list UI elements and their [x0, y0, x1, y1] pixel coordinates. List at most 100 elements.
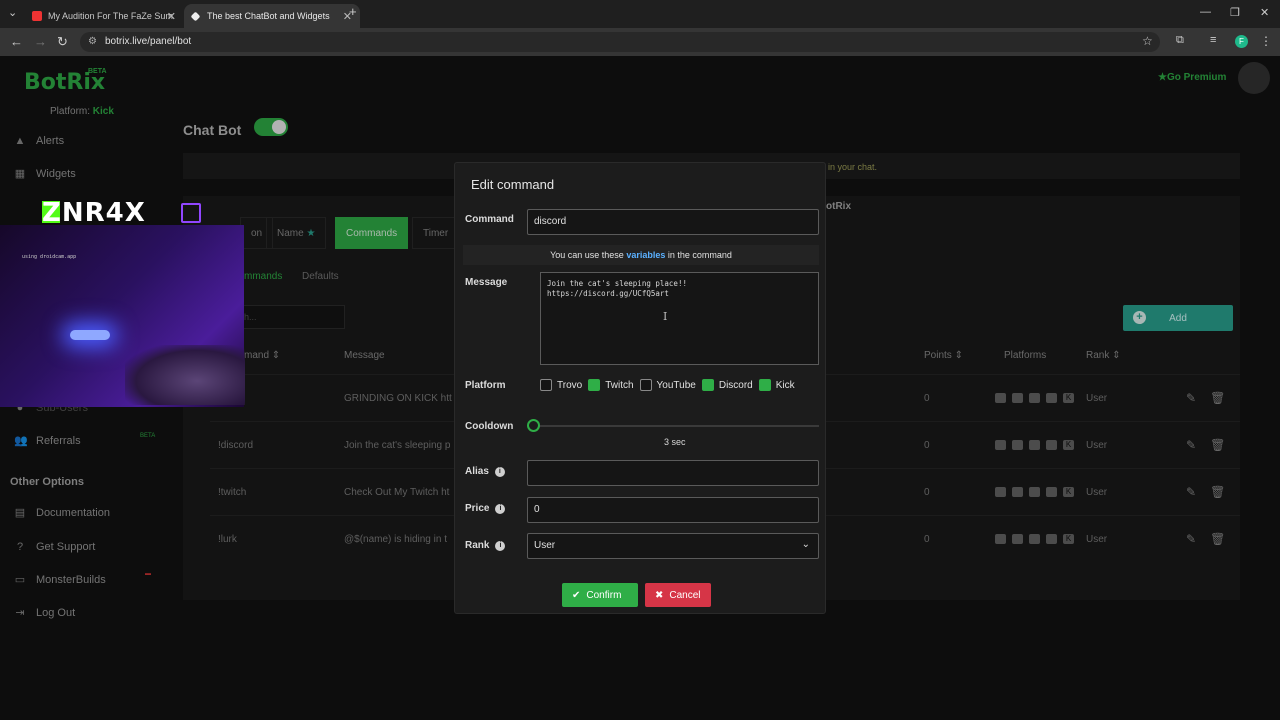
window-close-icon[interactable]: ✕	[1260, 6, 1269, 19]
rank-label: Rank i	[465, 540, 506, 551]
variables-hint-suffix: in the command	[667, 250, 732, 260]
sidebar-item-referrals[interactable]: 👥 Referrals	[14, 435, 81, 447]
row-points: 0	[924, 393, 930, 404]
row-message: Check Out My Twitch ht	[344, 487, 450, 498]
cooldown-slider-thumb[interactable]	[527, 419, 540, 432]
platform-discord-checkbox[interactable]: Discord	[701, 379, 753, 391]
sidebar-item-label: Alerts	[36, 135, 65, 147]
trash-icon[interactable]: 🗑	[1210, 485, 1225, 499]
tab-commands[interactable]: Commands	[335, 217, 409, 249]
twitch-icon	[1012, 487, 1023, 497]
browser-tab-1[interactable]: My Audition For The FaZe Sum ✕	[24, 4, 184, 28]
platform-label: Platform	[465, 380, 506, 391]
sidebar-item-monsterbuilds[interactable]: ▭ MonsterBuilds	[14, 574, 106, 586]
botrix-favicon-icon	[190, 11, 201, 21]
info-icon[interactable]: i	[495, 504, 506, 514]
edit-pencil-icon[interactable]: ✎	[1186, 485, 1196, 499]
sidebar-item-get-support[interactable]: ? Get Support	[14, 541, 95, 553]
column-header-rank[interactable]: Rank ⇕	[1086, 350, 1121, 361]
platform-trovo-checkbox[interactable]: Trovo	[540, 379, 582, 391]
media-icon[interactable]: ≡	[1210, 34, 1216, 46]
tab-name[interactable]: Name ★	[266, 217, 327, 249]
alias-input[interactable]	[527, 460, 819, 486]
platform-youtube-checkbox[interactable]: YouTube	[639, 379, 696, 391]
edit-pencil-icon[interactable]: ✎	[1186, 391, 1196, 405]
go-premium-link[interactable]: ★Go Premium	[1158, 72, 1226, 83]
logo-beta-badge: BETA	[88, 68, 107, 75]
row-platforms: K	[995, 393, 1074, 403]
info-icon[interactable]: i	[494, 467, 505, 477]
cooldown-slider-track[interactable]	[533, 425, 819, 427]
rank-select[interactable]: User ⌄	[527, 533, 819, 559]
variables-hint-prefix: You can use these	[550, 250, 624, 260]
confirm-button[interactable]: ✔ Confirm	[562, 583, 638, 607]
cooldown-label: Cooldown	[465, 421, 514, 432]
twitch-logo-icon	[181, 203, 201, 223]
row-rank: User	[1086, 487, 1108, 498]
profile-avatar[interactable]: F	[1235, 35, 1248, 48]
edit-pencil-icon[interactable]: ✎	[1186, 438, 1196, 452]
sidebar-item-alerts[interactable]: ▲ Alerts	[14, 135, 65, 147]
alias-label: Alias i	[465, 466, 505, 477]
search-input[interactable]: h...	[235, 305, 345, 329]
reload-icon[interactable]: ↻	[57, 34, 68, 50]
row-points: 0	[924, 440, 930, 451]
new-tab-icon[interactable]: +	[349, 4, 357, 19]
user-avatar[interactable]	[1238, 62, 1270, 94]
site-info-icon[interactable]: ⚙	[88, 36, 97, 47]
trash-icon[interactable]: 🗑	[1210, 391, 1225, 405]
command-label: Command	[465, 214, 514, 225]
sidebar-item-log-out[interactable]: ⇥ Log Out	[14, 607, 75, 619]
forward-icon[interactable]: →	[34, 34, 47, 49]
platform-kick-checkbox[interactable]: Kick	[758, 379, 795, 391]
logout-icon: ⇥	[15, 607, 25, 619]
minimize-icon[interactable]: —	[1200, 6, 1211, 18]
bookmark-star-icon[interactable]: ☆	[1142, 34, 1153, 48]
tab-timers[interactable]: Timer	[412, 217, 460, 249]
row-message: @$(name) is hiding in t	[344, 534, 447, 545]
add-command-button[interactable]: + Add	[1123, 305, 1233, 331]
menu-kebab-icon[interactable]: ⋮	[1260, 34, 1272, 48]
trash-icon[interactable]: 🗑	[1210, 438, 1225, 452]
row-message: GRINDING ON KICK htt	[344, 393, 452, 404]
message-label: Message	[465, 277, 508, 288]
webcam-hint: using droidcam.app	[22, 254, 77, 260]
tab-title: The best ChatBot and Widgets	[207, 11, 330, 21]
close-tab-icon[interactable]: ✕	[167, 10, 176, 23]
rank-select-value: User	[534, 540, 556, 551]
edit-pencil-icon[interactable]: ✎	[1186, 532, 1196, 546]
platform-twitch-checkbox[interactable]: Twitch	[588, 379, 634, 391]
subtab-defaults[interactable]: Defaults	[302, 271, 339, 282]
trovo-icon	[995, 534, 1006, 544]
row-rank: User	[1086, 534, 1108, 545]
column-header-command[interactable]: mand ⇕	[244, 350, 280, 361]
message-textarea[interactable]: Join the cat's sleeping place!! https://…	[540, 272, 819, 365]
row-platforms: K	[995, 534, 1074, 544]
restore-icon[interactable]: ❐	[1230, 6, 1240, 19]
trash-icon[interactable]: 🗑	[1210, 532, 1225, 546]
sidebar-item-label: MonsterBuilds	[36, 574, 106, 586]
discord-icon	[1046, 534, 1057, 544]
monitor-icon: ▭	[14, 574, 26, 586]
subtab-commands[interactable]: mmands	[244, 271, 282, 282]
cancel-button[interactable]: ✖ Cancel	[645, 583, 711, 607]
close-icon: ✖	[655, 589, 664, 601]
extensions-icon[interactable]: ⧉	[1176, 34, 1184, 47]
sidebar-item-label: Referrals	[36, 435, 81, 447]
sidebar-item-documentation[interactable]: ▤ Documentation	[14, 507, 110, 519]
trovo-icon	[995, 487, 1006, 497]
command-input[interactable]: discord	[527, 209, 819, 235]
chatbot-toggle[interactable]	[254, 118, 288, 136]
browser-tab-2[interactable]: The best ChatBot and Widgets ✕	[184, 4, 360, 28]
sidebar-item-widgets[interactable]: ▦ Widgets	[14, 168, 76, 180]
back-icon[interactable]: ←	[10, 34, 23, 49]
tab-search-icon[interactable]: ⌄	[8, 6, 17, 19]
info-icon[interactable]: i	[495, 541, 506, 551]
column-header-points[interactable]: Points ⇕	[924, 350, 963, 361]
checkbox-label: Discord	[718, 379, 753, 391]
variables-link[interactable]: variables	[626, 250, 665, 260]
column-header-platforms: Platforms	[1004, 350, 1047, 361]
url-field[interactable]: ⚙ botrix.live/panel/bot	[80, 32, 1160, 52]
price-input[interactable]: 0	[527, 497, 819, 523]
book-icon: ▤	[14, 507, 26, 519]
